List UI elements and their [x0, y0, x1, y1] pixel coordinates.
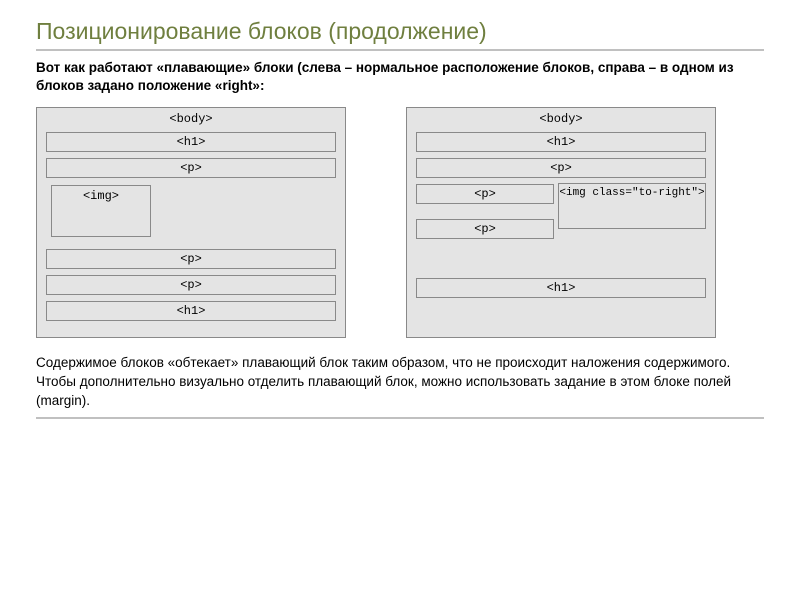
- p-tag: <p>: [416, 158, 706, 178]
- diagram-row: <body> <h1> <p> <img> <p> <p> <h1> <body…: [36, 107, 764, 338]
- p-tag: <p>: [46, 249, 336, 269]
- h1-tag: <h1>: [416, 278, 706, 298]
- p-tag: <p>: [46, 275, 336, 295]
- p-tag: <p>: [46, 158, 336, 178]
- divider-bottom: [36, 417, 764, 419]
- slide-title: Позиционирование блоков (продолжение): [36, 18, 764, 45]
- intro-text: Вот как работают «плавающие» блоки (слев…: [36, 59, 764, 95]
- diagram-float: <body> <h1> <p> <img class="to-right"> <…: [406, 107, 716, 338]
- h1-tag: <h1>: [46, 301, 336, 321]
- divider-top: [36, 49, 764, 51]
- outro-text: Содержимое блоков «обтекает» плавающий б…: [36, 354, 764, 411]
- h1-tag: <h1>: [416, 132, 706, 152]
- diagram-normal: <body> <h1> <p> <img> <p> <p> <h1>: [36, 107, 346, 338]
- img-tag: <img>: [51, 185, 151, 237]
- h1-tag: <h1>: [46, 132, 336, 152]
- img-float-tag: <img class="to-right">: [558, 183, 706, 229]
- body-tag: <body>: [43, 112, 339, 126]
- p-tag: <p>: [416, 184, 554, 204]
- p-tag: <p>: [416, 219, 554, 239]
- body-tag: <body>: [413, 112, 709, 126]
